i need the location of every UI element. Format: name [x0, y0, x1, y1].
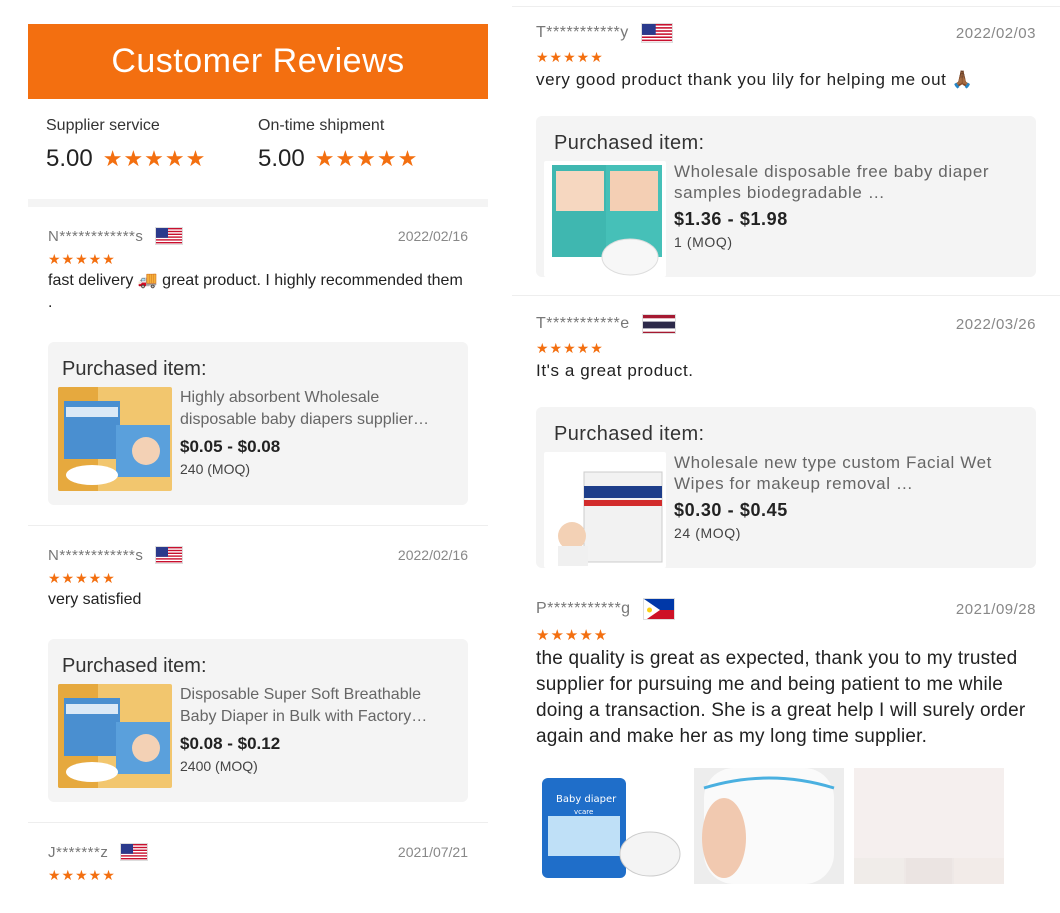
review-item: T***********e 2022/03/26 ★★★★★ It's a gr… — [512, 296, 1060, 586]
us-flag-icon — [640, 23, 673, 43]
product-price: $1.36 - $1.98 — [674, 209, 788, 229]
product-moq: 1 (MOQ) — [674, 234, 733, 250]
review-item: P***********g 2021/09/28 ★★★★★ the quali… — [512, 586, 1060, 902]
reviewer-name: T***********e — [536, 315, 630, 332]
star-rating-icon: ★★★★★ — [48, 251, 116, 267]
rating-label: Supplier service — [46, 117, 160, 134]
us-flag-icon — [155, 227, 184, 245]
review-photos: Baby diaper vcare — [534, 768, 1036, 884]
rating-summary: Supplier service 5.00 ★★★★★ On-time ship… — [28, 99, 488, 199]
rating-score: 5.00 — [46, 145, 93, 172]
reviews-banner: Customer Reviews — [28, 24, 488, 99]
reviewer-name: J*******z — [48, 843, 109, 861]
rating-label: On-time shipment — [258, 117, 385, 134]
photo-brand-label: vcare — [574, 808, 593, 816]
product-name[interactable]: Highly absorbent Wholesale disposable ba… — [180, 387, 454, 431]
star-rating-icon: ★★★★★ — [48, 867, 116, 883]
review-date: 2022/02/16 — [397, 547, 468, 563]
review-date: 2021/09/28 — [955, 600, 1036, 618]
star-rating-icon: ★★★★★ — [314, 146, 419, 171]
purchased-item-card[interactable]: Purchased item: Wholesale disposable fre… — [536, 116, 1036, 277]
reviewer-name: T***********y — [536, 24, 629, 41]
purchased-item-label: Purchased item: — [62, 655, 207, 677]
product-moq: 24 (MOQ) — [674, 525, 742, 541]
review-date: 2021/07/21 — [397, 844, 468, 860]
review-text: fast delivery 🚚 great product. I highly … — [48, 272, 463, 311]
star-rating-icon: ★★★★★ — [536, 49, 604, 65]
purchased-item-card[interactable]: Purchased item: Disposable Super Soft Br… — [48, 639, 468, 802]
review-photo[interactable] — [694, 768, 844, 884]
photo-label: Baby diaper — [556, 794, 617, 805]
product-name[interactable]: Disposable Super Soft Breathable Baby Di… — [180, 684, 454, 728]
philippines-flag-icon — [642, 598, 675, 620]
product-moq: 240 (MOQ) — [180, 461, 251, 477]
reviewer-name: P***********g — [536, 600, 631, 617]
reviewer-name: N************s — [48, 227, 144, 245]
review-date: 2022/02/16 — [397, 228, 468, 244]
review-text: very satisfied — [48, 591, 142, 608]
review-photo[interactable] — [854, 768, 1004, 884]
product-name[interactable]: Wholesale disposable free baby diaper sa… — [674, 161, 1018, 203]
rating-score: 5.00 — [258, 145, 305, 172]
review-text: the quality is great as expected, thank … — [536, 648, 1026, 747]
purchased-item-label: Purchased item: — [62, 358, 207, 380]
on-time-shipment-rating: On-time shipment 5.00 ★★★★★ — [258, 117, 470, 199]
product-price: $0.30 - $0.45 — [674, 500, 788, 520]
product-name[interactable]: Wholesale new type custom Facial Wet Wip… — [674, 452, 1018, 494]
us-flag-icon — [155, 546, 184, 564]
purchased-item-card[interactable]: Purchased item: Highly absorbent Wholesa… — [48, 342, 468, 505]
review-item: N************s 2022/02/16 ★★★★★ very sat… — [28, 526, 488, 822]
product-thumbnail[interactable] — [58, 684, 172, 788]
product-thumbnail[interactable] — [544, 161, 666, 277]
review-text: very good product thank you lily for hel… — [536, 70, 974, 89]
star-rating-icon: ★★★★★ — [536, 340, 604, 356]
purchased-item-label: Purchased item: — [554, 423, 705, 445]
review-text: It's a great product. — [536, 361, 694, 380]
review-item: J*******z 2021/07/21 ★★★★★ — [28, 823, 488, 904]
right-panel: T***********y 2022/02/03 ★★★★★ very good… — [512, 0, 1060, 913]
star-rating-icon: ★★★★★ — [102, 146, 207, 171]
product-thumbnail[interactable] — [544, 452, 666, 568]
us-flag-icon — [120, 843, 149, 861]
review-date: 2022/02/03 — [955, 24, 1036, 42]
review-photo[interactable]: Baby diaper vcare — [534, 768, 684, 884]
review-item: T***********y 2022/02/03 ★★★★★ very good… — [512, 7, 1060, 295]
thailand-flag-icon — [641, 314, 676, 334]
star-rating-icon: ★★★★★ — [48, 570, 116, 586]
product-moq: 2400 (MOQ) — [180, 758, 258, 774]
star-rating-icon: ★★★★★ — [536, 627, 609, 644]
product-price: $0.08 - $0.12 — [180, 734, 281, 753]
page-title: Customer Reviews — [111, 42, 405, 80]
product-price: $0.05 - $0.08 — [180, 437, 281, 456]
left-panel: Customer Reviews Supplier service 5.00 ★… — [28, 0, 488, 913]
product-thumbnail[interactable] — [58, 387, 172, 491]
review-item: N************s 2022/02/16 ★★★★★ fast del… — [28, 207, 488, 525]
reviewer-name: N************s — [48, 546, 144, 564]
purchased-item-card[interactable]: Purchased item: Wholesale new type custo… — [536, 407, 1036, 568]
divider — [28, 199, 488, 207]
review-date: 2022/03/26 — [955, 315, 1036, 333]
supplier-service-rating: Supplier service 5.00 ★★★★★ — [46, 117, 258, 199]
purchased-item-label: Purchased item: — [554, 132, 705, 154]
